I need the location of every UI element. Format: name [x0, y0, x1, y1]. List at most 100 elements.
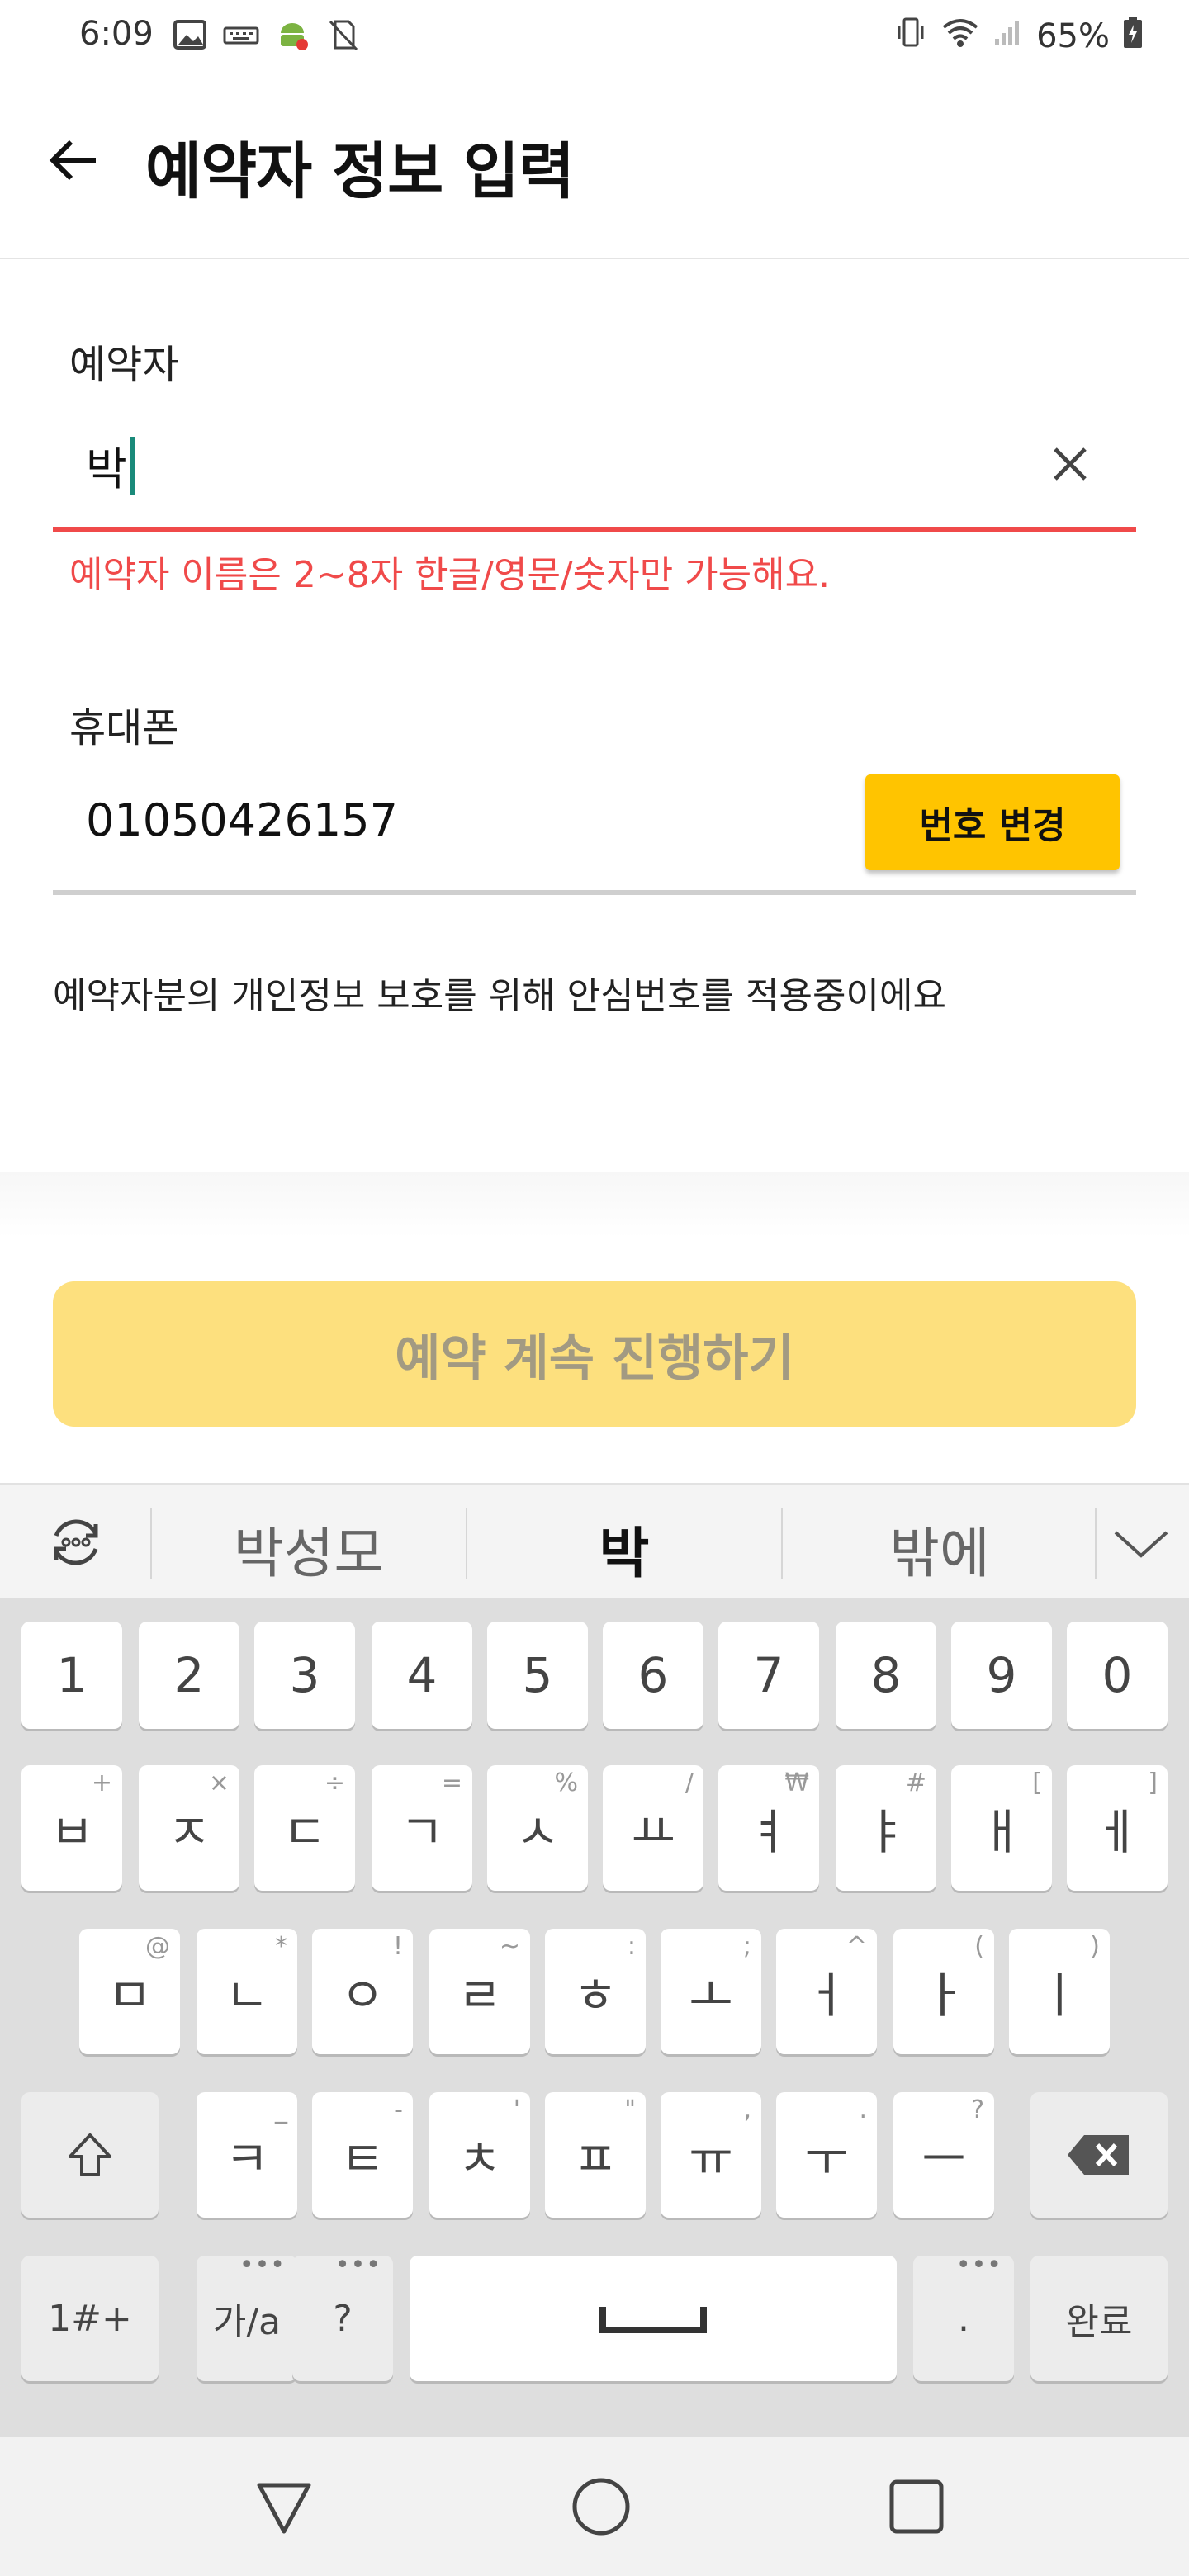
text-caret — [130, 436, 135, 495]
change-number-button[interactable]: 번호 변경 — [865, 774, 1120, 870]
suggestion-word-3[interactable]: 밖에 — [783, 1509, 1097, 1589]
key-secondary-label: % — [554, 1769, 578, 1797]
more-options-dots: ••• — [334, 2251, 381, 2280]
key-secondary-label: ; — [742, 1932, 751, 1961]
backspace-key[interactable] — [1030, 2092, 1168, 2218]
key-label: 0 — [1101, 1647, 1133, 1703]
nav-recents-button[interactable] — [882, 2472, 951, 2541]
key-5[interactable]: 5 — [487, 1622, 588, 1729]
key-ㅛ[interactable]: / ㅛ — [603, 1765, 703, 1891]
question-key[interactable]: •••? — [292, 2251, 393, 2381]
key-ㅜ[interactable]: .ㅜ — [776, 2092, 877, 2218]
arrow-left-icon — [49, 140, 96, 181]
key-label: . — [958, 2297, 969, 2340]
nav-back-button[interactable] — [249, 2472, 319, 2541]
signal-icon — [992, 16, 1025, 57]
key-ㅎ[interactable]: :ㅎ — [545, 1929, 646, 2054]
key-ㅔ[interactable]: ] ㅔ — [1067, 1765, 1168, 1891]
language-switch-key[interactable]: ••• 가/a — [197, 2251, 297, 2381]
key-label: ㅓ — [804, 1968, 849, 2024]
key-ㅑ[interactable]: # ㅑ — [836, 1765, 936, 1891]
key-label: 8 — [870, 1647, 902, 1703]
key-ㄴ[interactable]: * ㄴ — [197, 1929, 297, 2054]
key-label: ㅁ — [107, 1968, 152, 2024]
shift-key[interactable] — [21, 2092, 159, 2218]
key-label: 1#+ — [48, 2297, 132, 2340]
key-3[interactable]: 3 — [254, 1622, 355, 1729]
key-label: 4 — [406, 1647, 438, 1703]
key-label: ? — [333, 2297, 353, 2340]
key-ㅏ[interactable]: (ㅏ — [893, 1929, 994, 2054]
key-ㅓ[interactable]: ^ ㅓ — [776, 1929, 877, 2054]
period-key[interactable]: •••. — [913, 2251, 1014, 2381]
phone-field-label: 휴대폰 — [69, 705, 179, 751]
suggestion-word-1[interactable]: 박성모 — [152, 1509, 466, 1589]
key-label: ㅐ — [979, 1804, 1024, 1860]
key-label: ㅏ — [921, 1968, 966, 2024]
key-label: ㄴ — [225, 1968, 269, 2024]
key-secondary-label: / — [685, 1769, 694, 1797]
phone-value: 01050426157 — [86, 794, 398, 846]
key-secondary-label: @ — [145, 1932, 170, 1961]
key-ㅁ[interactable]: @ ㅁ — [79, 1929, 180, 2054]
clear-name-button[interactable] — [1040, 434, 1100, 494]
image-icon — [172, 18, 208, 51]
key-0[interactable]: 0 — [1067, 1622, 1168, 1729]
key-ㅂ[interactable]: + ㅂ — [21, 1765, 122, 1891]
key-ㅋ[interactable]: _ ㅋ — [197, 2092, 297, 2218]
key-ㅗ[interactable]: ; ㅗ — [661, 1929, 761, 2054]
keyboard-mode-button[interactable] — [41, 1508, 111, 1577]
key-secondary-label: ! — [392, 1932, 403, 1961]
back-button[interactable] — [40, 127, 106, 193]
key-ㅌ[interactable]: -ㅌ — [312, 2092, 413, 2218]
system-navigation-bar — [0, 2437, 1189, 2576]
key-8[interactable]: 8 — [836, 1622, 936, 1729]
space-icon — [599, 2307, 707, 2333]
key-secondary-label: . — [859, 2095, 867, 2124]
key-ㄱ[interactable]: = ㄱ — [372, 1765, 472, 1891]
suggestion-word-2[interactable]: 박 — [467, 1509, 781, 1589]
key-label: 1 — [56, 1647, 88, 1703]
key-7[interactable]: 7 — [718, 1622, 819, 1729]
section-divider — [0, 1172, 1189, 1238]
collapse-suggestions-button[interactable] — [1106, 1511, 1176, 1577]
key-ㄷ[interactable]: ÷ ㄷ — [254, 1765, 355, 1891]
key-label: ㅗ — [689, 1968, 733, 2024]
key-2[interactable]: 2 — [139, 1622, 239, 1729]
key-label: 완료 — [1065, 2301, 1133, 2343]
key-ㅍ[interactable]: " ㅍ — [545, 2092, 646, 2218]
name-input[interactable]: 박 — [53, 413, 1136, 532]
key-9[interactable]: 9 — [951, 1622, 1052, 1729]
key-ㅡ[interactable]: ? ㅡ — [893, 2092, 994, 2218]
key-label: 2 — [173, 1647, 205, 1703]
key-label: ㄷ — [282, 1804, 327, 1860]
key-ㅐ[interactable]: [ㅐ — [951, 1765, 1052, 1891]
key-label: ㅋ — [225, 2131, 269, 2187]
suggestion-divider — [1095, 1508, 1097, 1579]
nav-home-button[interactable] — [566, 2472, 636, 2541]
key-ㄹ[interactable]: ~ ㄹ — [429, 1929, 530, 2054]
circle-home-icon — [572, 2478, 630, 2536]
key-ㅇ[interactable]: ! ㅇ — [312, 1929, 413, 2054]
symbols-key[interactable]: 1#+ — [21, 2256, 159, 2381]
chevron-down-icon — [1114, 1531, 1168, 1558]
battery-percent: 65% — [1036, 17, 1110, 55]
space-bar[interactable] — [410, 2256, 897, 2381]
key-label: 7 — [753, 1647, 784, 1703]
continue-reservation-button[interactable]: 예약 계속 진행하기 — [53, 1281, 1136, 1427]
key-ㅅ[interactable]: % ㅅ — [487, 1765, 588, 1891]
key-ㅠ[interactable]: ,ㅠ — [661, 2092, 761, 2218]
key-1[interactable]: 1 — [21, 1622, 122, 1729]
key-secondary-label: ~ — [499, 1932, 520, 1961]
key-label: ㅡ — [921, 2131, 966, 2187]
key-ㅊ[interactable]: ' ㅊ — [429, 2092, 530, 2218]
key-4[interactable]: 4 — [372, 1622, 472, 1729]
key-ㅣ[interactable]: ) ㅣ — [1009, 1929, 1110, 2054]
key-ㅕ[interactable]: ₩ ㅕ — [718, 1765, 819, 1891]
done-key[interactable]: 완료 — [1030, 2256, 1168, 2381]
key-label: ㅕ — [746, 1804, 791, 1860]
keyboard-icon — [223, 18, 259, 51]
key-ㅈ[interactable]: × ㅈ — [139, 1765, 239, 1891]
key-6[interactable]: 6 — [603, 1622, 703, 1729]
key-secondary-label: _ — [275, 2095, 287, 2124]
